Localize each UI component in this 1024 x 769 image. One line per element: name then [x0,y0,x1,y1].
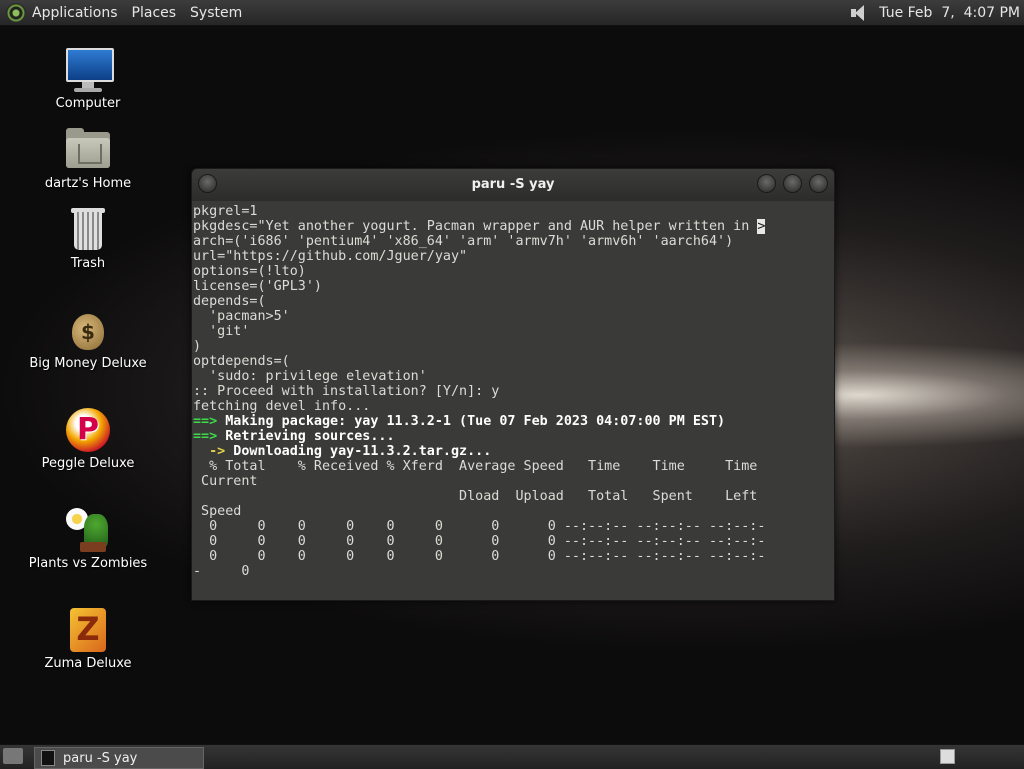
desktop-icon-trash[interactable]: Trash [18,206,158,271]
curl-line: % Total % Received % Xferd Average Speed… [193,459,758,474]
window-title: paru -S yay [471,177,555,192]
terminal-line: fetching devel info... [193,399,371,414]
terminal-line: pkgrel=1 [193,204,258,219]
clock[interactable]: Tue Feb 7, 4:07 PM [879,5,1020,21]
terminal-line: 'git' [193,324,250,339]
terminal-line: :: Proceed with installation? [Y/n]: y [193,384,500,399]
curl-line: 0 0 0 0 0 0 0 0 --:--:-- --:--:-- --:--:… [193,549,766,564]
terminal-icon [41,750,55,766]
minimize-button[interactable] [757,174,776,193]
terminal-output[interactable]: pkgrel=1 pkgdesc="Yet another yogurt. Pa… [193,204,831,599]
window-titlebar[interactable]: paru -S yay [192,169,834,201]
desktop-icon-label: Big Money Deluxe [29,356,147,371]
close-button[interactable] [809,174,828,193]
download-line: -> Downloading yay-11.3.2.tar.gz... [193,444,492,459]
home-folder-icon [64,126,112,174]
desktop-icon-label: Zuma Deluxe [44,656,132,671]
curl-line: Current [193,474,258,489]
terminal-line: 'sudo: privilege elevation' [193,369,427,384]
curl-line: Speed [193,504,242,519]
bottom-panel: paru -S yay [0,744,1024,769]
terminal-window[interactable]: paru -S yay pkgrel=1 pkgdesc="Yet anothe… [191,168,835,601]
peggle-icon: P [64,406,112,454]
curl-line: - 0 [193,564,250,579]
desktop-icon-big-money[interactable]: $ Big Money Deluxe [18,306,158,371]
desktop-icon-peggle[interactable]: P Peggle Deluxe [18,406,158,471]
curl-line: 0 0 0 0 0 0 0 0 --:--:-- --:--:-- --:--:… [193,534,766,549]
desktop-icon-home[interactable]: dartz's Home [18,126,158,191]
desktop-icon-label: Trash [70,256,106,271]
desktop-icon-label: Peggle Deluxe [41,456,135,471]
terminal-line: license=('GPL3') [193,279,322,294]
trash-icon [64,206,112,254]
desktop-icon-label: Plants vs Zombies [28,556,148,571]
terminal-line: 'pacman>5' [193,309,290,324]
line-overflow-marker: > [757,219,766,234]
curl-line: 0 0 0 0 0 0 0 0 --:--:-- --:--:-- --:--:… [193,519,766,534]
taskbar-window-button[interactable]: paru -S yay [34,747,204,769]
gnome-foot-icon[interactable] [6,2,26,23]
menu-system[interactable]: System [190,5,242,21]
status-line: ==> Making package: yay 11.3.2-1 (Tue 07… [193,414,726,429]
money-bag-icon: $ [64,306,112,354]
plants-vs-zombies-icon [64,506,112,554]
taskbar-window-label: paru -S yay [63,750,138,766]
computer-icon [64,46,114,94]
maximize-button[interactable] [783,174,802,193]
status-line: ==> Retrieving sources... [193,429,395,444]
terminal-line: arch=('i686' 'pentium4' 'x86_64' 'arm' '… [193,234,734,249]
workspace-switcher[interactable] [940,749,955,764]
terminal-line: optdepends=( [193,354,290,369]
desktop-icon-plants-vs-zombies[interactable]: Plants vs Zombies [18,506,158,571]
top-panel: Applications Places System Tue Feb 7, 4:… [0,0,1024,26]
desktop-icon-label: Computer [55,96,121,111]
terminal-line: pkgdesc="Yet another yogurt. Pacman wrap… [193,219,766,234]
desktop-icon-computer[interactable]: Computer [18,46,158,111]
system-tray: Tue Feb 7, 4:07 PM [849,3,1024,23]
desktop-icon-label: dartz's Home [44,176,132,191]
curl-line: Dload Upload Total Spent Left [193,489,758,504]
zuma-icon: Z [64,606,112,654]
menu-places[interactable]: Places [132,5,177,21]
desktop-icon-zuma[interactable]: Z Zuma Deluxe [18,606,158,671]
terminal-line: depends=( [193,294,266,309]
show-desktop-icon[interactable] [3,748,23,764]
terminal-line: options=(!lto) [193,264,306,279]
speaker-icon[interactable] [849,3,871,23]
terminal-line: url="https://github.com/Jguer/yay" [193,249,468,264]
menu-applications[interactable]: Applications [32,5,118,21]
terminal-line: ) [193,339,202,354]
